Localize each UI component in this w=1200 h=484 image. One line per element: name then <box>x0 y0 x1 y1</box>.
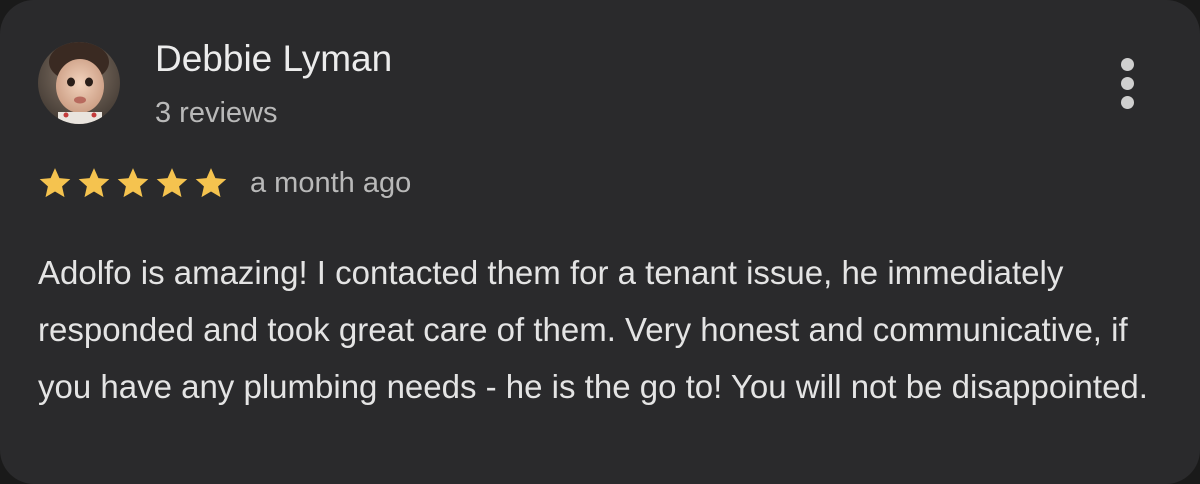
star-icon <box>78 168 110 198</box>
star-icon <box>195 168 227 198</box>
author-review-count[interactable]: 3 reviews <box>155 96 278 130</box>
more-vertical-icon-dot <box>1121 96 1134 109</box>
more-options-button[interactable] <box>1108 52 1148 116</box>
author-name[interactable]: Debbie Lyman <box>155 38 392 80</box>
review-card: Debbie Lyman 3 reviews a month ago Adolf… <box>0 0 1200 484</box>
more-vertical-icon <box>1121 58 1134 71</box>
rating-row: a month ago <box>38 163 411 203</box>
star-icon <box>156 168 188 198</box>
more-vertical-icon-dot <box>1121 77 1134 90</box>
review-text: Adolfo is amazing! I contacted them for … <box>38 254 1148 405</box>
star-icon <box>39 168 71 198</box>
avatar[interactable] <box>38 42 120 124</box>
star-icon <box>117 168 149 198</box>
review-date: a month ago <box>250 167 412 199</box>
avatar-photo <box>38 42 120 124</box>
star-rating <box>38 166 228 200</box>
